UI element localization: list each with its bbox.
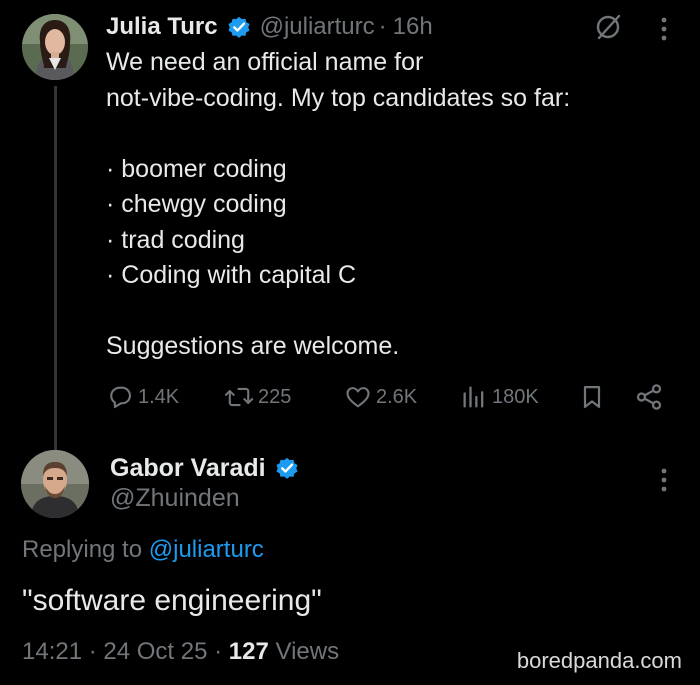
bookmark-button[interactable] xyxy=(578,379,606,415)
thread-line xyxy=(54,86,57,456)
reply-header: Gabor Varadi xyxy=(110,450,308,486)
more-vertical-icon[interactable] xyxy=(660,467,668,493)
tweet-line: · boomer coding xyxy=(106,154,287,183)
reply-views-count[interactable]: 127 xyxy=(229,638,269,665)
author-name[interactable]: Julia Turc xyxy=(106,13,218,41)
verified-badge-icon xyxy=(274,455,300,481)
author-handle[interactable]: @juliarturc xyxy=(260,13,375,41)
reply-body: "software engineering" xyxy=(22,584,322,617)
avatar-image xyxy=(22,14,88,80)
reply-button[interactable]: 1.4K xyxy=(106,379,179,415)
meta-separator: · xyxy=(378,13,387,40)
like-button[interactable]: 2.6K xyxy=(344,379,417,415)
tweet-line: We need an official name for xyxy=(106,48,424,76)
tweet-line: · trad coding xyxy=(106,225,245,254)
reply-time[interactable]: 14:21 xyxy=(22,638,82,665)
tweet-line: not-vibe-coding. My top candidates so fa… xyxy=(106,83,571,112)
bookmark-icon xyxy=(578,383,606,411)
tweet-actions: 1.4K 225 2.6K 180K xyxy=(106,379,676,415)
avatar-gabor-varadi[interactable] xyxy=(21,450,89,518)
repost-count: 225 xyxy=(258,385,292,408)
reply-date[interactable]: 24 Oct 25 xyxy=(103,638,207,665)
repost-icon xyxy=(224,383,254,411)
watermark: boredpanda.com xyxy=(516,648,682,673)
replying-to: Replying to @juliarturc xyxy=(22,536,264,564)
tweet-line-blank xyxy=(106,116,676,152)
heart-icon xyxy=(344,383,372,411)
reply-meta: 14:21 · 24 Oct 25 · 127 Views xyxy=(22,638,339,666)
views-button[interactable]: 180K xyxy=(460,379,539,415)
tweet-line: Suggestions are welcome. xyxy=(106,332,400,360)
views-chart-icon xyxy=(460,383,488,411)
views-count: 180K xyxy=(492,385,539,408)
avatar-julia-turc[interactable] xyxy=(22,14,88,80)
tweet-line-blank xyxy=(106,294,676,330)
tweet-header: Julia Turc @juliarturc · 16h xyxy=(106,10,433,44)
like-count: 2.6K xyxy=(376,385,418,408)
verified-badge-icon xyxy=(226,14,252,40)
reply-icon xyxy=(106,383,134,411)
more-vertical-icon[interactable] xyxy=(660,16,668,42)
grok-icon[interactable] xyxy=(593,12,623,42)
tweet-line: · Coding with capital C xyxy=(106,261,357,289)
reply-author-handle[interactable]: @Zhuinden xyxy=(110,484,240,513)
replying-mention-link[interactable]: @juliarturc xyxy=(149,536,264,563)
share-button[interactable] xyxy=(634,379,664,415)
reply-count: 1.4K xyxy=(138,385,180,408)
tweet-line: · chewgy coding xyxy=(106,190,287,218)
reply-views-label: Views xyxy=(268,638,340,665)
avatar-image xyxy=(21,450,89,518)
share-icon xyxy=(634,382,664,412)
repost-button[interactable]: 225 xyxy=(224,379,291,415)
replying-prefix: Replying to xyxy=(22,536,149,563)
tweet-body: We need an official name for not-vibe-co… xyxy=(106,45,676,365)
meta-separator: · xyxy=(82,638,104,665)
tweet-time[interactable]: 16h xyxy=(393,13,433,41)
meta-separator: · xyxy=(207,638,229,665)
reply-author-name[interactable]: Gabor Varadi xyxy=(110,454,266,483)
